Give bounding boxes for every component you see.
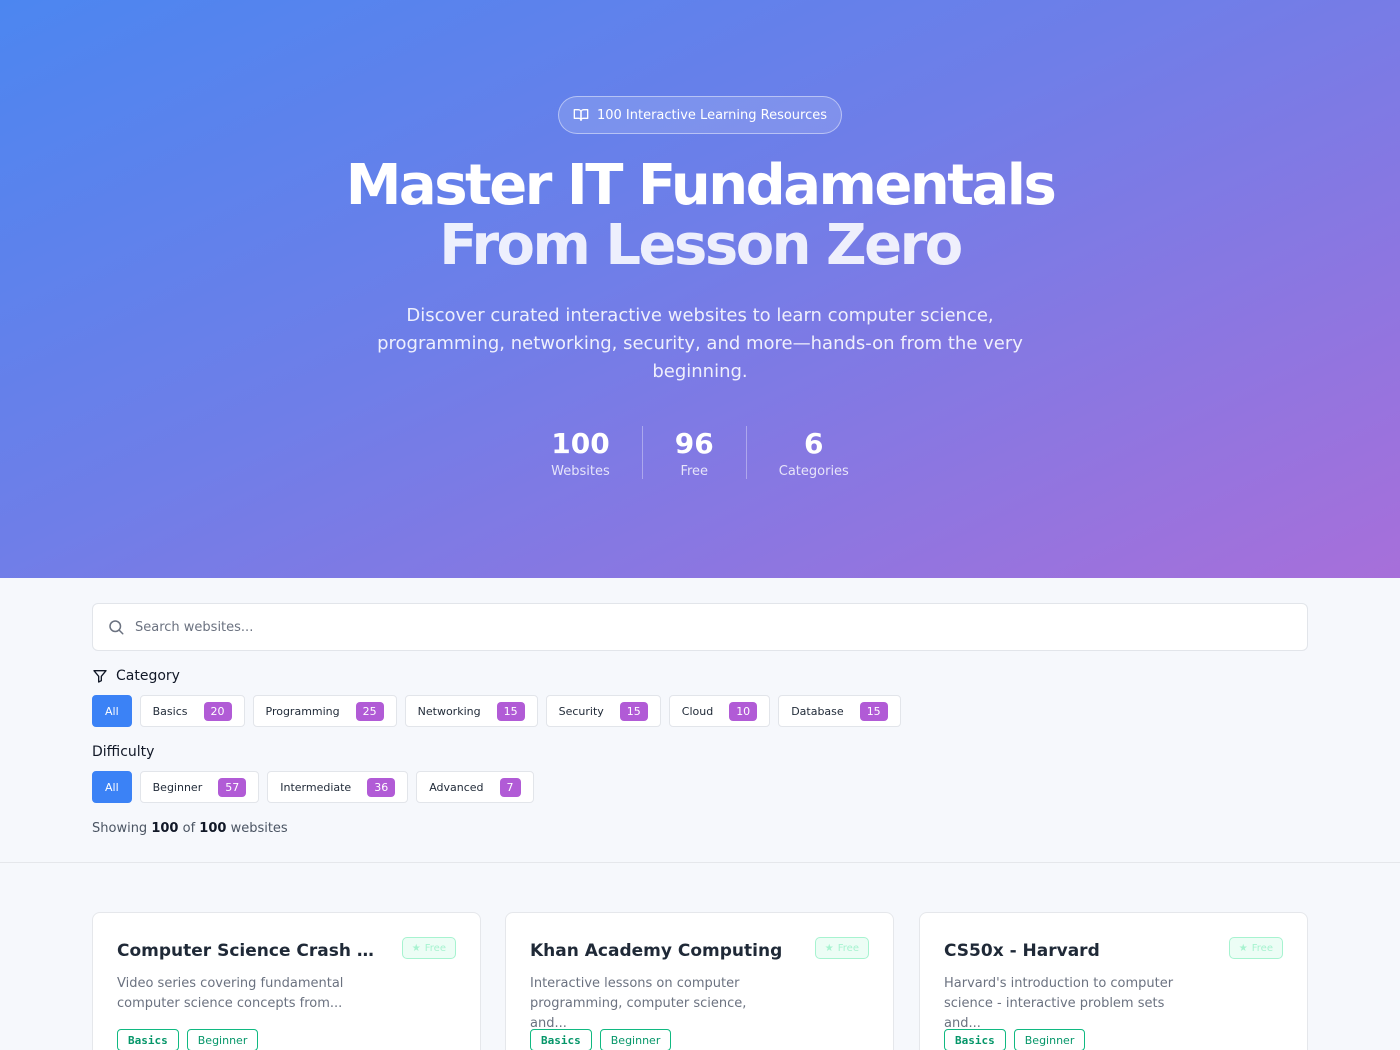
chip-count: 10 xyxy=(729,701,758,721)
hero-badge: 100 Interactive Learning Resources xyxy=(558,96,842,134)
chip-label: All xyxy=(105,704,119,718)
category-tag: Basics xyxy=(944,1029,1006,1050)
stat-value: 100 xyxy=(551,427,610,460)
chip-count: 36 xyxy=(367,777,396,797)
card-description: Video series covering fundamental comput… xyxy=(117,976,344,1011)
chip-label: Database xyxy=(791,704,844,718)
difficulty-chip-advanced[interactable]: Advanced 7 xyxy=(416,771,534,803)
category-tag: Basics xyxy=(117,1029,179,1050)
hero-subtitle: Discover curated interactive websites to… xyxy=(377,305,1023,382)
chip-count: 57 xyxy=(218,777,247,797)
difficulty-tag: Beginner xyxy=(599,1029,672,1050)
difficulty-tag: Beginner xyxy=(186,1029,259,1050)
free-badge: ★ Free xyxy=(401,937,456,959)
card-title[interactable]: CS50x - Harvard xyxy=(944,941,1206,961)
category-chip-database[interactable]: Database 15 xyxy=(778,695,901,727)
search-input[interactable] xyxy=(135,619,1275,635)
category-chip-basics[interactable]: Basics 20 xyxy=(139,695,245,727)
difficulty-chip-beginner[interactable]: Beginner 57 xyxy=(139,771,260,803)
filter-icon xyxy=(93,670,107,683)
stat-value: 96 xyxy=(674,427,714,460)
filters-section: Category All Basics 20 Programming 25 Netw… xyxy=(0,578,1400,863)
chip-label: Security xyxy=(558,704,604,718)
stat-websites: 100 Websites xyxy=(519,426,642,479)
stat-categories: 6 Categories xyxy=(745,426,881,479)
search-bar[interactable] xyxy=(92,603,1308,651)
hero-badge-label: 100 Interactive Learning Resources xyxy=(596,107,828,123)
card-tags: Basics Beginner xyxy=(117,1029,259,1050)
stat-label: Websites xyxy=(551,464,610,479)
category-filter-title: Category xyxy=(92,668,180,684)
free-badge-label: Free xyxy=(424,942,446,954)
star-icon: ★ xyxy=(411,942,421,954)
free-badge-label: Free xyxy=(837,942,859,954)
stats-row: 100 Websites 96 Free 6 Categories xyxy=(0,426,1400,479)
results-of: of xyxy=(182,821,196,836)
chip-label: Advanced xyxy=(429,780,484,794)
hero-section: 100 Interactive Learning Resources Maste… xyxy=(0,0,1400,578)
category-chip-security[interactable]: Security 15 xyxy=(545,695,661,727)
stat-free: 96 Free xyxy=(641,426,746,479)
free-badge: ★ Free xyxy=(1228,937,1283,959)
website-card[interactable]: CS50x - Harvard ★ Free Harvard's introdu… xyxy=(919,912,1308,1050)
difficulty-filter-title: Difficulty xyxy=(92,744,154,760)
free-badge-label: Free xyxy=(1251,942,1273,954)
search-icon xyxy=(109,620,124,635)
page-title: Master IT Fundamentals From Lesson Zero xyxy=(0,156,1400,276)
card-description: Interactive lessons on computer programm… xyxy=(530,976,747,1031)
star-icon: ★ xyxy=(824,942,834,954)
chip-label: Basics xyxy=(152,704,188,718)
chip-count: 15 xyxy=(619,701,648,721)
category-chip-networking[interactable]: Networking 15 xyxy=(404,695,538,727)
category-chip-cloud[interactable]: Cloud 10 xyxy=(668,695,771,727)
chip-count: 7 xyxy=(499,777,521,797)
stat-label: Free xyxy=(680,464,709,479)
chip-count: 15 xyxy=(496,701,525,721)
results-total: 100 xyxy=(199,821,227,836)
category-chip-all[interactable]: All xyxy=(92,695,132,727)
card-tags: Basics Beginner xyxy=(530,1029,672,1050)
card-tags: Basics Beginner xyxy=(944,1029,1086,1050)
difficulty-chip-intermediate[interactable]: Intermediate 36 xyxy=(267,771,409,803)
star-icon: ★ xyxy=(1238,942,1248,954)
title-line-1: Master IT Fundamentals xyxy=(345,153,1057,218)
chip-count: 25 xyxy=(355,701,384,721)
chip-label: Intermediate xyxy=(280,780,352,794)
chip-label: Programming xyxy=(265,704,340,718)
chip-label: Cloud xyxy=(681,704,714,718)
chip-count: 15 xyxy=(859,701,888,721)
chip-label: Beginner xyxy=(152,780,203,794)
card-title[interactable]: Computer Science Crash Course xyxy=(117,941,379,961)
category-chips: All Basics 20 Programming 25 Networking 15 … xyxy=(92,695,901,727)
title-line-2: From Lesson Zero xyxy=(439,213,963,278)
results-suffix: websites xyxy=(230,821,288,836)
results-prefix: Showing xyxy=(92,821,148,836)
difficulty-tag: Beginner xyxy=(1013,1029,1086,1050)
difficulty-chip-all[interactable]: All xyxy=(92,771,132,803)
card-description: Harvard's introduction to computer scien… xyxy=(944,976,1174,1031)
results-shown: 100 xyxy=(151,821,179,836)
stat-value: 6 xyxy=(804,427,824,460)
difficulty-chips: All Beginner 57 Intermediate 36 Advanced 7 xyxy=(92,771,534,803)
card-title[interactable]: Khan Academy Computing xyxy=(530,941,792,961)
free-badge: ★ Free xyxy=(814,937,869,959)
chip-count: 20 xyxy=(203,701,232,721)
category-tag: Basics xyxy=(530,1029,592,1050)
chip-label: Networking xyxy=(417,704,481,718)
results-count: Showing 100 of 100 websites xyxy=(92,821,288,836)
category-filter-label: Category xyxy=(116,668,180,684)
chip-label: All xyxy=(105,780,119,794)
stat-label: Categories xyxy=(778,464,849,479)
category-chip-programming[interactable]: Programming 25 xyxy=(252,695,397,727)
difficulty-filter-label: Difficulty xyxy=(92,744,155,760)
website-card[interactable]: Khan Academy Computing ★ Free Interactiv… xyxy=(505,912,894,1050)
book-open-icon xyxy=(573,109,589,121)
website-card[interactable]: Computer Science Crash Course ★ Free Vid… xyxy=(92,912,481,1050)
